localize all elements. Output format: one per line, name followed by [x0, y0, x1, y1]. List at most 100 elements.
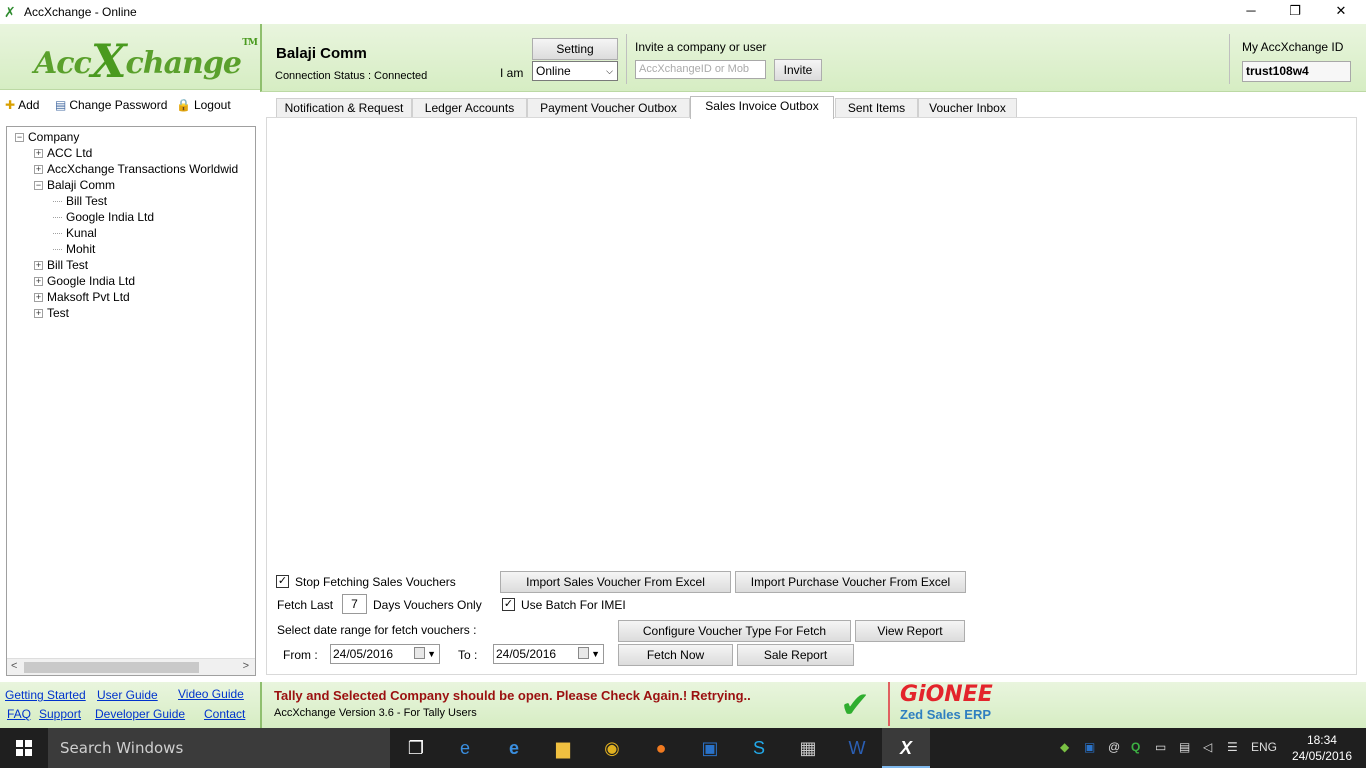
- fetch-days-input[interactable]: 7: [342, 594, 367, 614]
- change-password-button[interactable]: ▤ Change Password: [55, 98, 167, 112]
- status-message: Tally and Selected Company should be ope…: [274, 688, 751, 703]
- logout-button[interactable]: 🔒 Logout: [176, 98, 231, 112]
- support-link[interactable]: Support: [39, 707, 81, 721]
- tree-item[interactable]: Google India Ltd: [53, 209, 154, 225]
- iam-label: I am: [500, 66, 524, 80]
- start-button[interactable]: [0, 728, 48, 768]
- scroll-left-icon[interactable]: <: [11, 660, 17, 672]
- invite-label: Invite a company or user: [635, 40, 767, 54]
- tree-root[interactable]: − Company: [15, 129, 79, 145]
- minimize-button[interactable]: ─: [1228, 0, 1274, 24]
- fetch-now-button[interactable]: Fetch Now: [618, 644, 733, 666]
- expand-icon[interactable]: +: [34, 292, 43, 302]
- firefox-icon[interactable]: ●: [637, 728, 685, 768]
- maximize-button[interactable]: ❐: [1272, 0, 1318, 24]
- contact-link[interactable]: Contact: [204, 707, 245, 721]
- status-footer: Tally and Selected Company should be ope…: [260, 682, 1366, 728]
- language-indicator[interactable]: ENG: [1251, 740, 1277, 754]
- expand-icon[interactable]: +: [34, 148, 43, 158]
- action-center-icon[interactable]: ☰: [1227, 740, 1238, 754]
- tree-item[interactable]: + Google India Ltd: [34, 273, 135, 289]
- tree-item[interactable]: Kunal: [53, 225, 97, 241]
- from-date-picker[interactable]: 24/05/2016 ▼: [330, 644, 440, 664]
- expand-icon[interactable]: +: [34, 276, 43, 286]
- outlook-icon[interactable]: ▣: [686, 728, 734, 768]
- word-icon[interactable]: W: [833, 728, 881, 768]
- tray-outlook-icon[interactable]: ▣: [1084, 740, 1095, 754]
- task-view-icon[interactable]: ❐: [392, 728, 440, 768]
- status-select[interactable]: Online ⌵: [532, 61, 618, 81]
- left-header: AccXchange TM: [0, 24, 260, 90]
- volume-icon[interactable]: ◁: [1203, 740, 1212, 754]
- tray-app-icon[interactable]: ◆: [1060, 740, 1069, 754]
- tab-ledger-accounts[interactable]: Ledger Accounts: [412, 98, 527, 118]
- stop-fetching-checkbox[interactable]: ✓: [276, 575, 289, 588]
- tab-sent-items[interactable]: Sent Items: [835, 98, 918, 118]
- close-button[interactable]: ✕: [1318, 0, 1364, 24]
- user-guide-link[interactable]: User Guide: [97, 688, 158, 702]
- import-purchase-button[interactable]: Import Purchase Voucher From Excel: [735, 571, 966, 593]
- chrome-icon[interactable]: ◉: [588, 728, 636, 768]
- tree-item[interactable]: + AccXchange Transactions Worldwid: [34, 161, 238, 177]
- expand-icon[interactable]: +: [34, 308, 43, 318]
- tree-item[interactable]: Mohit: [53, 241, 95, 257]
- sale-report-button[interactable]: Sale Report: [737, 644, 854, 666]
- document-icon: ▤: [55, 98, 67, 112]
- faq-link[interactable]: FAQ: [7, 707, 31, 721]
- left-toolbar: ✚ Add ▤ Change Password 🔒 Logout: [0, 92, 260, 120]
- use-batch-checkbox[interactable]: ✓: [502, 598, 515, 611]
- right-header: Balaji Comm Connection Status : Connecte…: [260, 24, 1366, 92]
- skype-icon[interactable]: S: [735, 728, 783, 768]
- tray-q-icon[interactable]: Q: [1131, 740, 1140, 754]
- add-button[interactable]: ✚ Add: [5, 98, 39, 112]
- taskbar-search[interactable]: Search Windows: [48, 728, 390, 768]
- accxchange-logo: AccXchange TM: [34, 34, 258, 88]
- windows-icon: [16, 740, 32, 756]
- collapse-icon[interactable]: −: [34, 180, 43, 190]
- edge-icon[interactable]: e: [441, 728, 489, 768]
- tree-item[interactable]: Bill Test: [53, 193, 107, 209]
- expand-icon[interactable]: +: [34, 260, 43, 270]
- network-icon[interactable]: ▤: [1179, 740, 1190, 754]
- tab-voucher-inbox[interactable]: Voucher Inbox: [918, 98, 1017, 118]
- scroll-thumb[interactable]: [24, 662, 199, 673]
- internet-explorer-icon[interactable]: e: [490, 728, 538, 768]
- battery-icon[interactable]: ▭: [1155, 740, 1166, 754]
- tree-item[interactable]: + ACC Ltd: [34, 145, 92, 161]
- tree-item[interactable]: + Test: [34, 305, 69, 321]
- developer-guide-link[interactable]: Developer Guide: [95, 707, 185, 721]
- tab-sales-invoice-outbox[interactable]: Sales Invoice Outbox: [690, 96, 834, 119]
- tray-mail-icon[interactable]: @: [1108, 740, 1120, 754]
- getting-started-link[interactable]: Getting Started: [5, 688, 86, 702]
- tab-notification-request[interactable]: Notification & Request: [276, 98, 412, 118]
- scroll-right-icon[interactable]: >: [243, 660, 249, 672]
- collapse-icon[interactable]: −: [15, 132, 24, 142]
- accxchange-taskbar-icon[interactable]: X: [882, 728, 930, 768]
- my-id-field[interactable]: trust108w4: [1242, 61, 1351, 82]
- tree-item[interactable]: + Maksoft Pvt Ltd: [34, 289, 130, 305]
- setting-button[interactable]: Setting: [532, 38, 618, 60]
- horizontal-scrollbar[interactable]: < >: [7, 658, 255, 675]
- taskbar: Search Windows ❐ e e ▆ ◉ ● ▣ S ▦ W X ◆ ▣…: [0, 728, 1366, 768]
- chevron-down-icon[interactable]: ▼: [591, 645, 600, 663]
- to-date-picker[interactable]: 24/05/2016 ▼: [493, 644, 604, 664]
- tree-item[interactable]: − Balaji Comm: [34, 177, 115, 193]
- calendar-icon[interactable]: [414, 647, 425, 659]
- fetch-last-label: Fetch Last: [277, 598, 334, 612]
- tree-item[interactable]: + Bill Test: [34, 257, 88, 273]
- view-report-button[interactable]: View Report: [855, 620, 965, 642]
- import-sales-button[interactable]: Import Sales Voucher From Excel: [500, 571, 731, 593]
- invite-button[interactable]: Invite: [774, 59, 822, 81]
- tab-payment-voucher-outbox[interactable]: Payment Voucher Outbox: [527, 98, 690, 118]
- file-explorer-icon[interactable]: ▆: [539, 728, 587, 768]
- system-clock[interactable]: 18:34 24/05/2016: [1292, 732, 1352, 764]
- tally-icon[interactable]: ▦: [784, 728, 832, 768]
- invite-input[interactable]: AccXchangeID or Mob: [635, 60, 766, 79]
- expand-icon[interactable]: +: [34, 164, 43, 174]
- video-guide-link[interactable]: Video Guide: [178, 687, 244, 701]
- company-tree[interactable]: − Company + ACC Ltd + AccXchange Transacti…: [6, 126, 256, 676]
- calendar-icon[interactable]: [578, 647, 589, 659]
- app-icon: ✗: [4, 4, 16, 20]
- configure-voucher-button[interactable]: Configure Voucher Type For Fetch: [618, 620, 851, 642]
- chevron-down-icon[interactable]: ▼: [427, 645, 436, 663]
